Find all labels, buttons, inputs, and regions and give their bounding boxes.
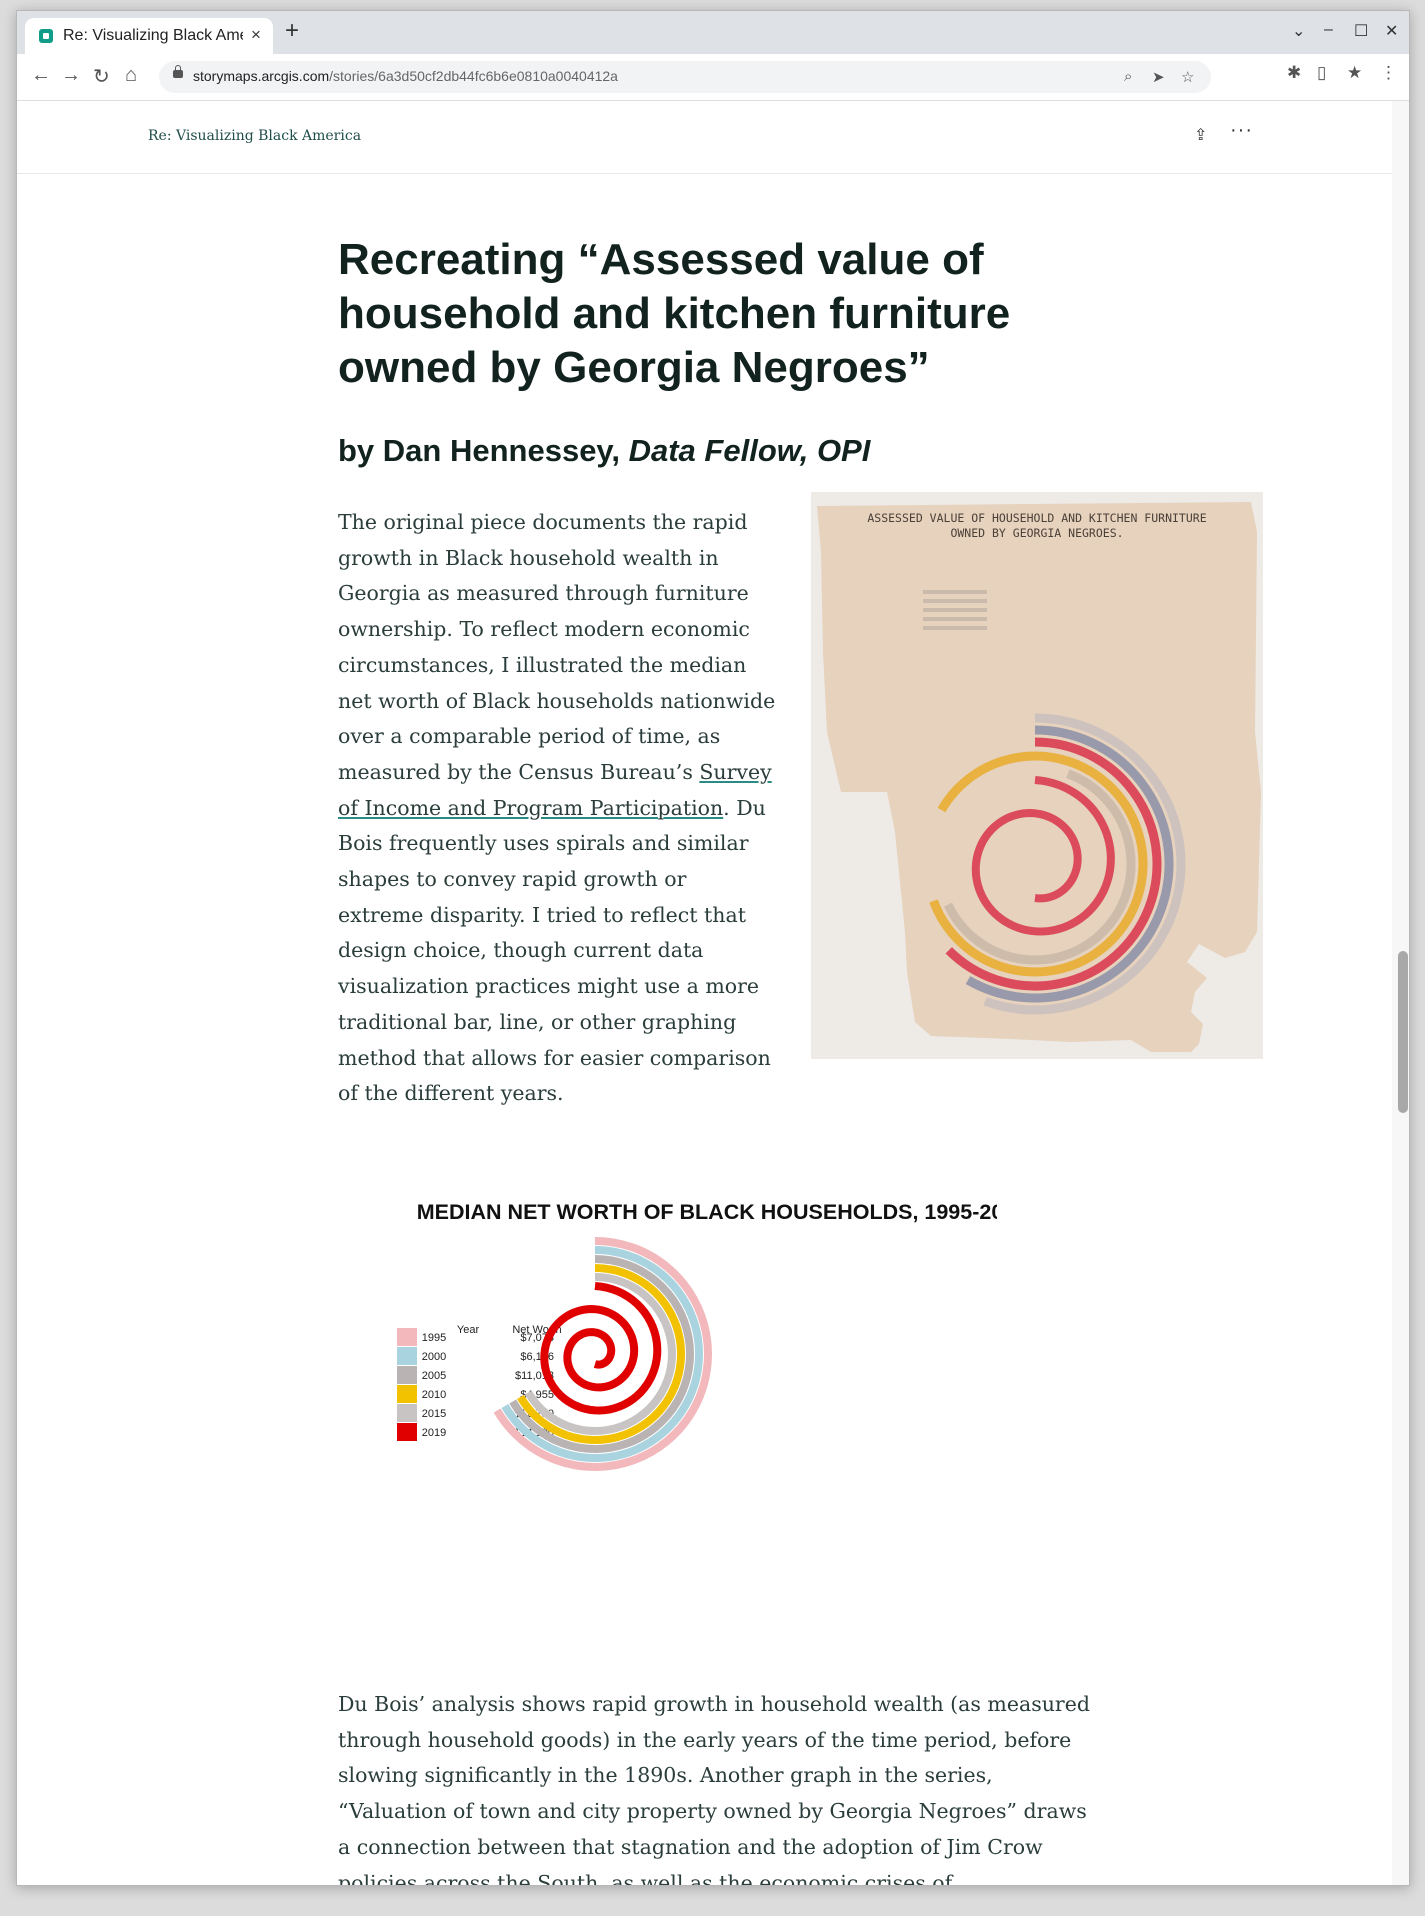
article-heading: Recreating “Assessed value of household … [338, 235, 1011, 392]
extensions-icon[interactable]: ✱ [1287, 63, 1301, 83]
byline-role: Data Fellow, OPI [628, 433, 871, 468]
url-path: /stories/6a3d50cf2db44fc6b6e0810a0040412… [329, 68, 618, 84]
original-du-bois-chart-image: ASSESSED VALUE OF HOUSEHOLD AND KITCHEN … [811, 492, 1263, 1059]
new-tab-button[interactable]: + [285, 19, 299, 43]
lock-icon [173, 65, 183, 78]
minimize-icon[interactable]: – [1324, 21, 1333, 39]
side-panel-icon[interactable]: ▯ [1317, 63, 1326, 83]
url-text: storymaps.arcgis.com/stories/6a3d50cf2db… [193, 68, 618, 84]
legend-swatch [397, 1366, 417, 1384]
byline-name: by Dan Hennessey, [338, 433, 629, 468]
paragraph-intro-text-end: . Du Bois frequently uses spirals and si… [338, 795, 771, 1106]
legend-year: 2019 [422, 1427, 446, 1439]
zoom-icon[interactable]: ⌕ [1124, 68, 1132, 85]
article-byline: by Dan Hennessey, Data Fellow, OPI [338, 433, 870, 469]
browser-tab[interactable]: Re: Visualizing Black Ame × [25, 18, 273, 54]
legend-swatch [397, 1423, 417, 1441]
legend-year: 1995 [422, 1332, 446, 1344]
legend-header-year: Year [457, 1324, 480, 1336]
scan-legend-line [923, 617, 987, 621]
browser-toolbar: ← → ↻ ⌂ storymaps.arcgis.com/stories/6a3… [17, 54, 1409, 101]
scan-title-line2: OWNED BY GEORGIA NEGROES. [950, 526, 1123, 540]
bookmark-star-icon[interactable]: ☆ [1181, 68, 1194, 86]
home-icon[interactable]: ⌂ [125, 64, 137, 87]
legend-swatch [397, 1404, 417, 1422]
forward-icon[interactable]: → [61, 64, 81, 87]
more-options-icon[interactable]: ··· [1230, 119, 1253, 142]
paragraph-intro: The original piece documents the rapid g… [338, 505, 778, 1112]
scan-legend-line [923, 608, 987, 612]
maximize-icon[interactable]: ☐ [1354, 21, 1368, 41]
back-icon[interactable]: ← [31, 64, 51, 87]
original-chart-svg: ASSESSED VALUE OF HOUSEHOLD AND KITCHEN … [817, 502, 1261, 1052]
story-title[interactable]: Re: Visualizing Black America [148, 128, 361, 144]
menu-icon[interactable]: ⋮ [1380, 63, 1397, 83]
legend-year: 2015 [422, 1408, 446, 1420]
legend-value: $6,166 [520, 1351, 554, 1363]
profile-icon[interactable]: ★ [1347, 63, 1362, 83]
scan-legend-line [923, 599, 987, 603]
close-tab-icon[interactable]: × [251, 25, 261, 45]
tab-title: Re: Visualizing Black Ame [63, 27, 243, 44]
legend-year: 2010 [422, 1389, 446, 1401]
browser-window: Re: Visualizing Black Ame × + ⌄ – ☐ ✕ ← … [16, 10, 1410, 1886]
send-icon[interactable]: ➤ [1152, 68, 1165, 86]
scrollbar-thumb[interactable] [1398, 951, 1408, 1113]
favicon-icon [39, 29, 53, 43]
url-domain: storymaps.arcgis.com [193, 68, 330, 84]
legend-swatch [397, 1328, 417, 1346]
story-header: Re: Visualizing Black America ⇪ ··· [17, 101, 1392, 174]
close-window-icon[interactable]: ✕ [1385, 21, 1398, 41]
scan-legend-line [923, 590, 987, 594]
scan-title-line1: ASSESSED VALUE OF HOUSEHOLD AND KITCHEN … [867, 511, 1206, 525]
legend-year: 2000 [422, 1351, 446, 1363]
share-icon[interactable]: ⇪ [1194, 125, 1207, 145]
paragraph-analysis: Du Bois’ analysis shows rapid growth in … [338, 1692, 1090, 1886]
chart-legend: Year Net Worth 1995 $7,0732000 $6,1662005 $… [397, 1324, 562, 1441]
paragraph-intro-text: The original piece documents the rapid g… [338, 510, 776, 784]
tab-search-icon[interactable]: ⌄ [1292, 21, 1305, 41]
legend-swatch [397, 1347, 417, 1365]
address-bar[interactable]: storymaps.arcgis.com/stories/6a3d50cf2db… [159, 61, 1211, 93]
net-worth-spiral-chart: MEDIAN NET WORTH OF BLACK HOUSEHOLDS, 19… [397, 1200, 997, 1471]
scan-legend-line [923, 626, 987, 630]
legend-swatch [397, 1385, 417, 1403]
tab-strip: Re: Visualizing Black Ame × + ⌄ – ☐ ✕ [17, 11, 1409, 54]
reload-icon[interactable]: ↻ [93, 64, 110, 89]
chart-title: MEDIAN NET WORTH OF BLACK HOUSEHOLDS, 19… [417, 1200, 997, 1224]
legend-year: 2005 [422, 1370, 446, 1382]
spiral-arc-2019 [540, 1282, 662, 1415]
